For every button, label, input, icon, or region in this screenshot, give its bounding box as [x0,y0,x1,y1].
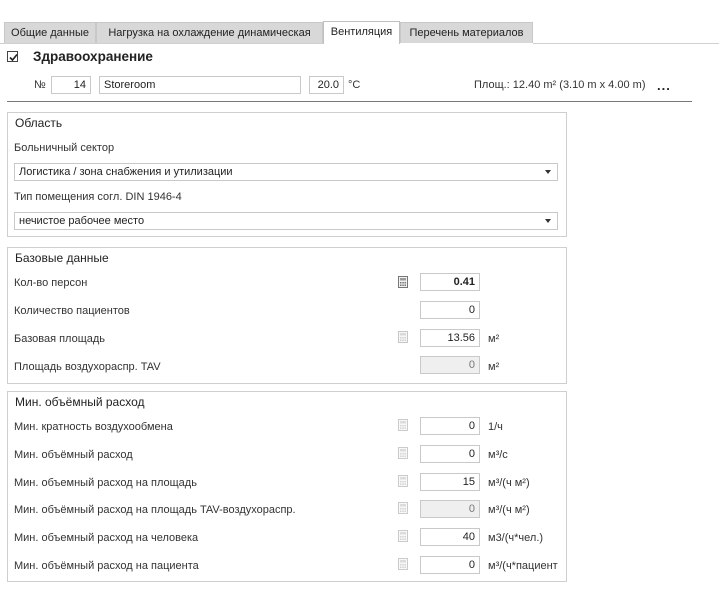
flow-per-tav-area-field: 0 [420,500,480,519]
tab-general[interactable]: Общие данные [4,22,96,43]
sector-label: Больничный сектор [14,142,115,154]
sector-dropdown[interactable]: Логистика / зона снабжения и утилизации [14,163,558,181]
room-type-value: нечистое рабочее место [19,215,145,227]
more-button[interactable]: ... [657,78,671,93]
region-group-title: Область [15,116,63,130]
calculator-icon[interactable] [398,474,408,487]
area-value: 12.40 [512,79,541,91]
tav-area-label: Площадь воздухораспр. TAV [14,361,161,373]
tab-materials[interactable]: Перечень материалов [400,22,533,43]
volume-flow-unit: м³/с [488,448,508,461]
air-change-rate-unit: 1/ч [488,421,503,433]
room-number-field[interactable]: 14 [51,76,91,94]
chevron-down-icon [545,170,551,174]
room-type-label: Тип помещения согл. DIN 1946-4 [14,191,182,203]
chevron-down-icon [545,219,551,223]
persons-label: Кол-во персон [14,277,88,289]
area-label: Площ.: [474,79,510,91]
calculator-icon[interactable] [398,331,408,343]
volume-flow-label: Мин. объёмный расход [14,448,133,461]
flow-per-person-unit: м3/(ч*чел.) [488,532,544,545]
calculator-icon[interactable] [398,419,408,431]
tav-area-unit: м² [488,361,500,373]
sector-value: Логистика / зона снабжения и утилизации [19,166,233,178]
temperature-field[interactable]: 20.0 [309,76,344,94]
flow-per-tav-area-label: Мин. объёмный расход на площадь TAV-возд… [14,504,296,517]
room-type-dropdown[interactable]: нечистое рабочее место [14,212,558,230]
min-flow-group-title: Мин. объёмный расход [15,395,145,409]
flow-per-area-label: Мин. объемный расход на площадь [14,476,197,489]
tab-ventilation[interactable]: Вентиляция [323,21,400,44]
tab-bar-divider-left [0,43,323,44]
calculator-icon[interactable] [398,530,408,543]
patients-label: Количество пациентов [14,305,130,317]
calculator-icon[interactable] [398,502,408,515]
air-change-rate-field[interactable]: 0 [420,417,480,435]
area-unit: m² [543,79,557,91]
calculator-icon[interactable] [398,558,408,570]
number-label: № [34,79,46,91]
tab-bar-divider [533,43,719,44]
flow-per-area-unit: м³/(ч м²) [488,476,530,489]
flow-per-person-field[interactable]: 40 [420,528,480,547]
flow-per-patient-field[interactable]: 0 [420,556,480,574]
temperature-unit: °C [348,79,361,91]
flow-per-person-label: Мин. объемный расход на человека [14,532,199,545]
area-dimensions: (3.10 m x 4.00 m) [559,79,646,91]
tav-area-field: 0 [420,356,480,374]
air-change-rate-label: Мин. кратность воздухообмена [14,421,173,433]
flow-per-patient-unit: м³/(ч*пациент [488,560,558,572]
base-data-group-title: Базовые данные [15,251,109,265]
flow-per-tav-area-unit: м³/(ч м²) [488,504,530,517]
calculator-icon[interactable] [398,276,408,288]
checkmark-icon [9,53,18,62]
area-readout: Площ.: 12.40 m² (3.10 m x 4.00 m) [474,79,645,91]
header-divider [7,101,692,102]
enable-checkbox[interactable] [7,51,18,62]
page-title: Здравоохранение [33,49,153,64]
persons-field[interactable]: 0.41 [420,273,480,291]
tab-cooling-load[interactable]: Нагрузка на охлаждение динамическая [96,22,323,43]
flow-per-area-field[interactable]: 15 [420,472,480,491]
patients-field[interactable]: 0 [420,301,480,319]
room-name-field[interactable]: Storeroom [99,76,301,94]
flow-per-patient-label: Мин. объёмный расход на пациента [14,560,199,572]
volume-flow-field[interactable]: 0 [420,444,480,463]
base-area-field[interactable]: 13.56 [420,329,480,347]
calculator-icon[interactable] [398,446,408,459]
base-area-unit: м² [488,333,500,345]
base-area-label: Базовая площадь [14,333,106,345]
